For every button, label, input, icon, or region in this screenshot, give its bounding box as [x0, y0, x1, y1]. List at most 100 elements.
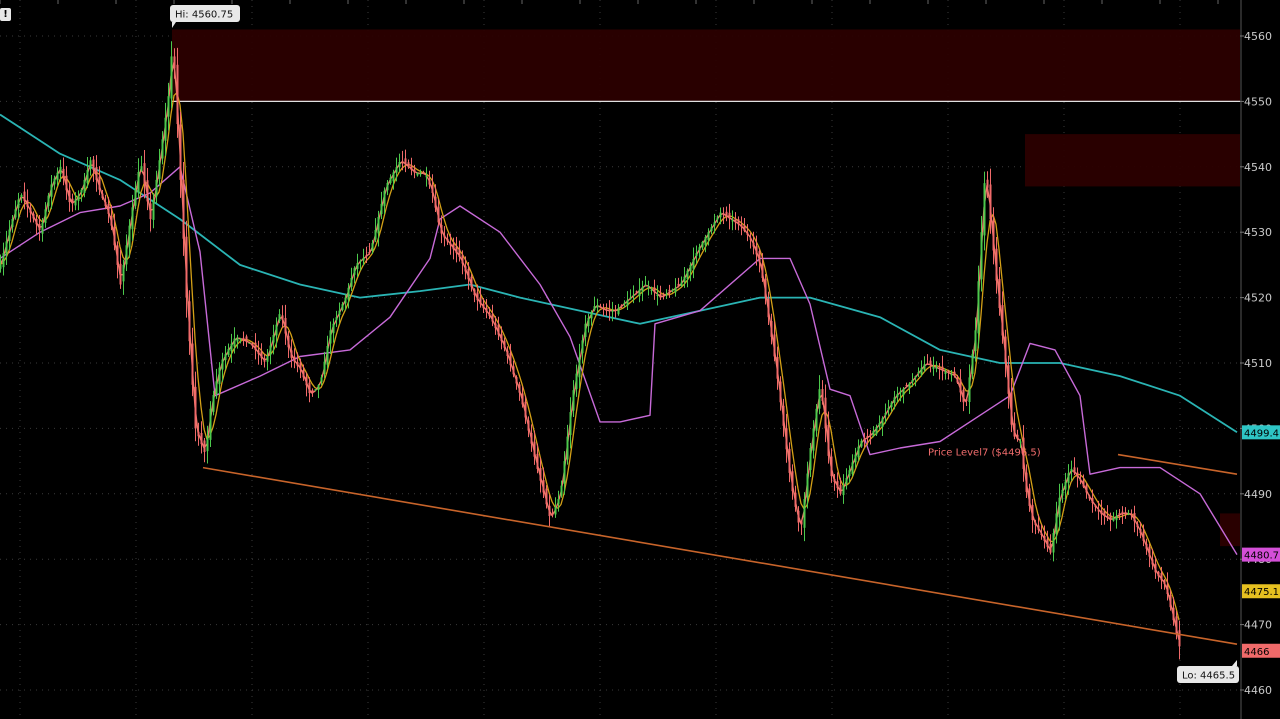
candle-body: [536, 453, 539, 469]
price-tick-label: 4520: [1244, 292, 1272, 305]
candle-body: [1142, 531, 1145, 541]
candle-body: [1079, 479, 1082, 481]
candle-body: [269, 345, 272, 355]
candle-body: [950, 374, 953, 376]
candle-body: [65, 175, 68, 191]
candle-body: [881, 418, 884, 428]
price-tick-label: 4530: [1244, 226, 1272, 239]
candle-body: [719, 212, 722, 218]
candle-body: [503, 340, 506, 348]
candle-body: [32, 213, 35, 219]
candle-body: [1028, 488, 1031, 506]
candle-body: [1109, 515, 1112, 520]
candle-body: [479, 297, 482, 305]
candle-body: [1034, 522, 1037, 525]
candle-body: [1043, 536, 1046, 541]
candle-body: [854, 454, 857, 463]
candle-body: [995, 248, 998, 281]
candle-body: [374, 230, 377, 240]
candle-body: [485, 307, 488, 312]
candle-body: [674, 287, 677, 293]
candle-body: [437, 206, 440, 223]
candle-body: [71, 198, 74, 204]
candle-body: [212, 395, 215, 412]
candle-body: [56, 172, 59, 181]
candle-body: [1148, 546, 1151, 557]
candle-body: [341, 304, 344, 310]
candle-body: [1037, 525, 1040, 530]
candle-body: [140, 166, 143, 171]
candle-body: [122, 264, 125, 282]
candle-body: [941, 366, 944, 371]
candle-body: [20, 194, 23, 198]
candle-body: [110, 215, 113, 226]
candle-body: [98, 176, 101, 190]
candle-body: [1133, 513, 1136, 522]
exclamation-icon[interactable]: !: [0, 8, 11, 21]
candle-body: [689, 264, 692, 272]
candle-body: [1085, 485, 1088, 493]
candle-body: [746, 232, 749, 235]
candle-body: [272, 335, 275, 343]
candle-body: [1067, 473, 1070, 484]
candle-body: [317, 385, 320, 390]
candle-body: [1040, 533, 1043, 536]
candle-body: [266, 356, 269, 362]
candle-body: [197, 431, 200, 437]
candle-body: [785, 428, 788, 450]
candle-body: [401, 161, 404, 163]
candle-body: [551, 514, 554, 516]
candle-body: [260, 351, 263, 358]
candle-body: [167, 96, 170, 117]
candle-body: [1100, 510, 1103, 515]
candle-body: [683, 276, 686, 283]
candle-body: [89, 160, 92, 170]
candle-body: [581, 340, 584, 354]
candle-body: [998, 279, 1001, 309]
candle-body: [23, 191, 26, 201]
candle-body: [572, 390, 575, 411]
candle-body: [74, 199, 77, 206]
candle-body: [296, 362, 299, 366]
candle-body: [731, 220, 734, 222]
candle-body: [113, 226, 116, 246]
candle-body: [992, 220, 995, 251]
candle-body: [164, 117, 167, 141]
candle-body: [698, 247, 701, 251]
candle-body: [323, 361, 326, 374]
candle-body: [620, 305, 623, 307]
candle-body: [1157, 571, 1160, 577]
candle-body: [410, 165, 413, 170]
candle-body: [983, 183, 986, 236]
candle-body: [1082, 480, 1085, 487]
price-chart[interactable]: Price Level7 ($4496.5) Hi: 4560.75 Lo: 446…: [0, 0, 1280, 719]
candle-body: [248, 342, 251, 344]
candle-body: [644, 284, 647, 286]
candle-body: [413, 169, 416, 173]
candle-body: [518, 384, 521, 393]
candle-body: [926, 363, 929, 365]
candle-body: [332, 323, 335, 334]
candle-body: [755, 246, 758, 255]
candle-body: [1088, 495, 1091, 499]
candle-body: [257, 350, 260, 354]
candle-body: [560, 485, 563, 496]
candle-body: [38, 223, 41, 231]
resistance-zone: [1220, 513, 1240, 547]
candle-body: [776, 356, 779, 379]
price-tick-label: 4510: [1244, 357, 1272, 370]
candle-body: [239, 339, 242, 341]
candle-body: [299, 362, 302, 370]
price-badge-text: 4475.1: [1244, 587, 1279, 598]
candle-body: [1166, 584, 1169, 595]
candle-body: [125, 245, 128, 265]
candle-body: [1106, 515, 1109, 518]
price-tick-label: 4550: [1244, 95, 1272, 108]
candle-body: [611, 310, 614, 312]
candle-body: [827, 424, 830, 456]
candle-body: [206, 436, 209, 452]
candle-body: [980, 232, 983, 280]
candle-body: [116, 245, 119, 265]
candle-body: [101, 193, 104, 199]
candle-body: [557, 499, 560, 505]
